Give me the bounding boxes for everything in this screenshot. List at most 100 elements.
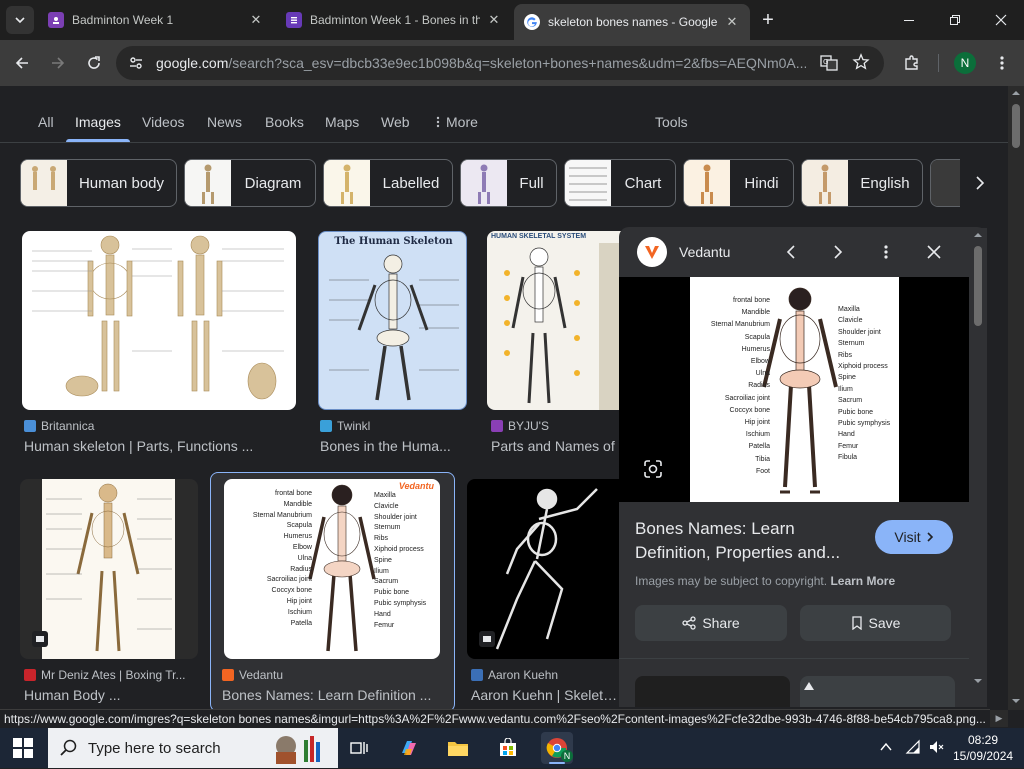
reload-button[interactable] (80, 49, 108, 77)
tab-web[interactable]: Web (381, 114, 410, 130)
tools-button[interactable]: Tools (655, 114, 688, 130)
visit-button[interactable]: Visit (875, 520, 953, 554)
url-text: google.com/search?sca_esv=dbcb33e9ec1b09… (156, 55, 806, 71)
tab-images[interactable]: Images (75, 114, 121, 130)
bookmark-star-icon[interactable] (852, 53, 870, 76)
start-button[interactable] (13, 738, 33, 758)
related-image-thumb[interactable] (800, 676, 955, 707)
show-hidden-icons-button[interactable] (880, 740, 892, 758)
microsoft-store-button[interactable] (492, 732, 524, 764)
volume-button[interactable] (928, 739, 944, 760)
tab-news[interactable]: News (207, 114, 242, 130)
tab-maps[interactable]: Maps (325, 114, 359, 130)
diagram-label: Hand (374, 610, 391, 618)
panel-scrollbar[interactable] (969, 228, 987, 690)
scroll-thumb[interactable] (1012, 104, 1020, 148)
copilot-button[interactable] (393, 732, 425, 764)
learn-more-link[interactable]: Learn More (830, 574, 895, 588)
chip-diagram[interactable]: Diagram (184, 159, 316, 207)
chip-english[interactable]: English (801, 159, 923, 207)
chrome-menu-button[interactable] (988, 49, 1016, 77)
result-title[interactable]: Bones Names: Learn Definition ... (222, 687, 447, 703)
result-image[interactable]: Vedantu frontal bone Mandible Sternal Manu… (224, 479, 440, 659)
chevron-left-icon (786, 245, 795, 259)
chip-human-body[interactable]: Human body (20, 159, 177, 207)
taskbar-search-box[interactable]: Type here to search (48, 728, 338, 768)
scroll-right-button[interactable]: ▶ (990, 710, 1008, 727)
panel-source-name[interactable]: Vedantu (679, 244, 730, 260)
diagram-label: Sacrum (374, 578, 399, 586)
address-bar[interactable]: google.com/search?sca_esv=dbcb33e9ec1b09… (116, 46, 884, 80)
new-tab-button[interactable]: + (756, 8, 780, 32)
site-info-icon[interactable] (128, 55, 144, 76)
translate-icon[interactable]: G (820, 54, 838, 77)
result-title[interactable]: Aaron Kuehn | Skeleton ... (471, 687, 621, 703)
result-image[interactable] (20, 479, 198, 659)
tab-all[interactable]: All (38, 114, 54, 130)
forward-button[interactable] (44, 49, 72, 77)
close-tab-icon[interactable]: ✕ (486, 12, 502, 28)
result-source: Britannica (24, 419, 284, 433)
extensions-button[interactable] (898, 49, 926, 77)
result-title[interactable]: Human Body ... (24, 687, 199, 703)
share-icon (682, 616, 696, 630)
diagram-label: Radius (748, 382, 770, 390)
chip-partial[interactable] (930, 159, 960, 207)
chrome-taskbar-button[interactable]: N (541, 732, 573, 764)
page-scrollbar[interactable] (1008, 86, 1024, 710)
chip-chart[interactable]: Chart (564, 159, 676, 207)
tab-more[interactable]: More (436, 114, 478, 130)
tab-videos[interactable]: Videos (142, 114, 185, 130)
result-image[interactable] (467, 479, 622, 659)
network-button[interactable] (905, 739, 921, 760)
next-image-button[interactable] (826, 240, 850, 264)
tab-title: Badminton Week 1 (72, 13, 174, 27)
task-view-button[interactable] (343, 732, 375, 764)
result-image[interactable]: The Human Skeleton (318, 231, 467, 410)
lens-search-button[interactable] (641, 457, 665, 481)
preview-labels-left: frontal bone Mandible Sternal Manubrium Sca… (690, 295, 770, 478)
minimize-button[interactable] (897, 8, 921, 32)
tab-google-search[interactable]: skeleton bones names - Google ✕ (514, 4, 750, 40)
diagram-label: Maxilla (838, 306, 860, 313)
result-title[interactable]: Parts and Names of (491, 438, 619, 454)
back-button[interactable] (8, 49, 36, 77)
file-explorer-button[interactable] (442, 732, 474, 764)
more-options-button[interactable] (874, 240, 898, 264)
profile-button[interactable]: N (951, 49, 979, 77)
preview-image[interactable]: frontal bone Mandible Sternal Manubrium Sca… (690, 277, 899, 502)
chip-full[interactable]: Full (460, 159, 557, 207)
chip-labelled[interactable]: Labelled (323, 159, 453, 207)
result-title[interactable]: Bones in the Huma... (320, 438, 460, 454)
tab-search-button[interactable] (6, 6, 34, 34)
result-image[interactable]: HUMAN SKELETAL SYSTEM (487, 231, 622, 410)
tab-books[interactable]: Books (265, 114, 304, 130)
tab-badminton-classroom[interactable]: Badminton Week 1 ✕ (38, 5, 274, 35)
result-title[interactable]: Human skeleton | Parts, Functions ... (24, 438, 294, 454)
diagram-label: Xiphoid process (838, 363, 888, 371)
close-tab-icon[interactable]: ✕ (248, 12, 264, 28)
share-button[interactable]: Share (635, 605, 787, 641)
restore-button[interactable] (943, 8, 967, 32)
diagram-label: Ilium (838, 385, 853, 393)
previous-image-button[interactable] (779, 240, 803, 264)
url-path: /search?sca_esv=dbcb33e9ec1b098b&q=skele… (228, 55, 806, 71)
result-image[interactable] (22, 231, 296, 410)
close-window-button[interactable] (989, 8, 1013, 32)
panel-title[interactable]: Bones Names: Learn Definition, Propertie… (635, 517, 865, 565)
close-tab-icon[interactable]: ✕ (724, 14, 740, 30)
clock-date: 15/09/2024 (953, 749, 1014, 763)
tab-badminton-form[interactable]: Badminton Week 1 - Bones in th ✕ (276, 5, 512, 35)
diagram-label: Clavicle (838, 317, 863, 325)
vedantu-icon (222, 669, 234, 681)
chip-hindi[interactable]: Hindi (683, 159, 794, 207)
chip-thumbnail (802, 160, 848, 206)
chips-next-button[interactable] (960, 159, 1000, 207)
save-button[interactable]: Save (800, 605, 951, 641)
close-panel-button[interactable] (922, 240, 946, 264)
related-image-thumb[interactable] (635, 676, 790, 707)
diagram-label: Fibula (838, 454, 858, 462)
clock[interactable]: 08:29 15/09/2024 (953, 732, 1013, 764)
search-highlight-illustration (268, 732, 330, 764)
scroll-thumb[interactable] (974, 246, 982, 326)
